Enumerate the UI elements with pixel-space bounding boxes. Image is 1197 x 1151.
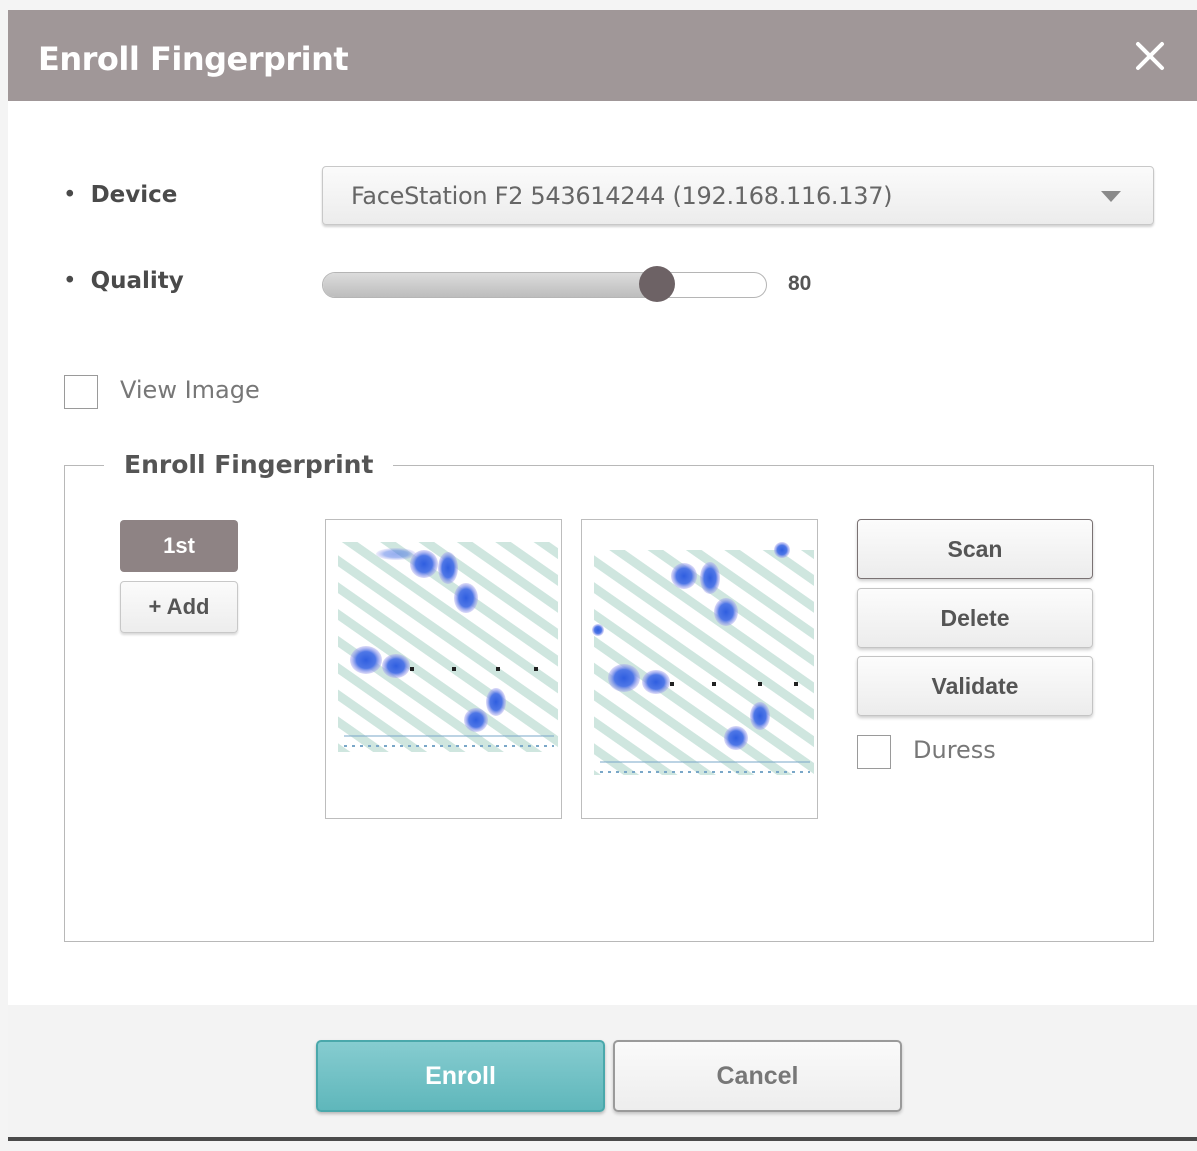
close-button[interactable] — [1128, 34, 1172, 78]
quality-slider-thumb[interactable] — [639, 266, 675, 302]
view-image-checkbox[interactable] — [64, 375, 98, 409]
delete-button[interactable]: Delete — [857, 588, 1093, 648]
fingerprint-image-1 — [325, 519, 562, 819]
fingerprint-template-icon — [326, 542, 561, 818]
quality-value: 80 — [788, 272, 812, 295]
quality-slider-fill — [323, 273, 662, 297]
dialog-title: Enroll Fingerprint — [38, 40, 349, 78]
duress-label: Duress — [913, 736, 996, 764]
fingerprint-tab-1st[interactable]: 1st — [120, 520, 238, 572]
device-label: Device — [90, 182, 178, 208]
enroll-fingerprint-dialog: Enroll Fingerprint • Device FaceStation F… — [8, 10, 1197, 1141]
cancel-button[interactable]: Cancel — [613, 1040, 902, 1112]
quality-label-row: • Quality — [63, 268, 184, 294]
enroll-button[interactable]: Enroll — [316, 1040, 605, 1112]
scan-button[interactable]: Scan — [857, 519, 1093, 579]
fingerprint-image-2 — [581, 519, 818, 819]
dialog-title-bar: Enroll Fingerprint — [8, 10, 1197, 101]
enroll-fingerprint-legend: Enroll Fingerprint — [104, 450, 394, 479]
add-fingerprint-button[interactable]: + Add — [120, 581, 238, 633]
device-select-value: FaceStation F2 543614244 (192.168.116.13… — [351, 182, 893, 210]
chevron-down-icon — [1101, 191, 1121, 202]
fingerprint-template-icon — [582, 542, 817, 818]
quality-label: Quality — [90, 268, 184, 294]
device-select[interactable]: FaceStation F2 543614244 (192.168.116.13… — [322, 166, 1154, 225]
view-image-label: View Image — [120, 376, 260, 404]
validate-button[interactable]: Validate — [857, 656, 1093, 716]
duress-checkbox[interactable] — [857, 735, 891, 769]
quality-slider-track[interactable] — [322, 272, 767, 298]
device-label-row: • Device — [63, 182, 177, 208]
bullet-icon: • — [63, 182, 77, 208]
close-icon — [1136, 42, 1164, 70]
bullet-icon: • — [63, 268, 77, 294]
